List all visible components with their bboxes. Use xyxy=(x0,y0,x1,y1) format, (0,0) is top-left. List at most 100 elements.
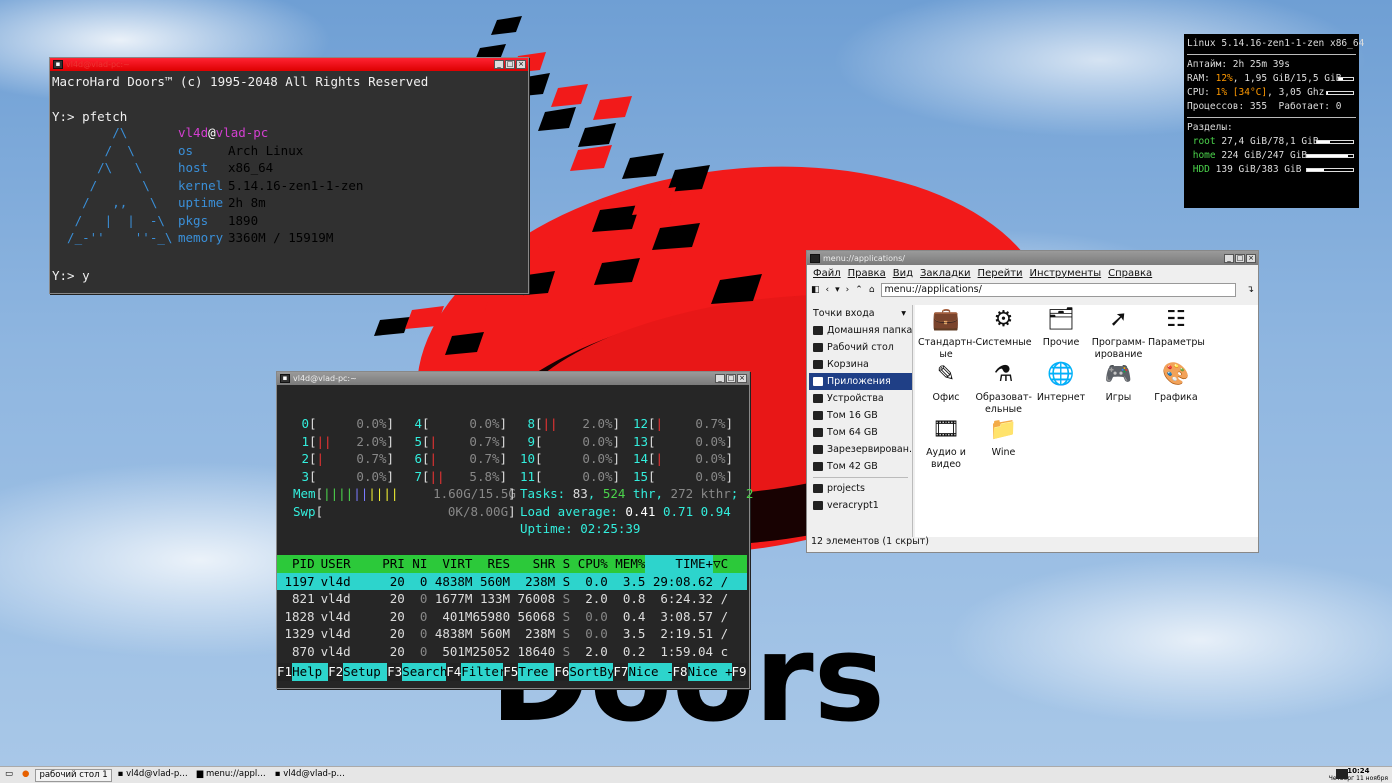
home-icon[interactable]: ⌂ xyxy=(869,285,875,295)
process-row[interactable]: 870 vl4d 20 0 501M25052 18640 S 2.0 0.2 1:59.04 c xyxy=(277,643,747,661)
sidebar-item[interactable]: Устройства xyxy=(809,390,912,407)
file-view[interactable]: 💼 Стандартн- ые ⚙ Системные 🗂 Прочие ➚ Программ… xyxy=(915,305,1258,537)
process-table-header[interactable]: PID USER PRI NI VIRT RES SHR S CPU% MEM% TIME+▽C xyxy=(277,555,747,573)
taskbar-item[interactable]: ▪ vl4d@vlad-p… xyxy=(272,769,348,782)
fkey-label[interactable]: Setup xyxy=(343,663,388,681)
column-header[interactable]: USER xyxy=(315,555,360,573)
sidebar-item[interactable]: Рабочий стол xyxy=(809,339,912,356)
go-icon[interactable]: ↴ xyxy=(1246,285,1254,295)
column-header[interactable]: TIME+ xyxy=(645,555,714,573)
app-category-tile[interactable]: ⚗ Образоват- ельные xyxy=(976,362,1032,416)
fkey-label[interactable]: Filter xyxy=(461,663,506,681)
process-row[interactable]: 821 vl4d 20 0 1677M 133M 76008 S 2.0 0.8 6:24.32 / xyxy=(277,590,747,608)
monitor-icon[interactable] xyxy=(1336,769,1348,779)
column-header[interactable]: ▽C xyxy=(713,555,728,573)
sidebar-item[interactable]: Том 42 GB xyxy=(809,458,912,475)
app-category-tile[interactable]: 📁 Wine xyxy=(976,417,1032,459)
minimize-button[interactable]: _ xyxy=(1224,253,1234,263)
fkey-label[interactable]: SortBy xyxy=(569,663,615,681)
app-category-tile[interactable]: 🎮 Игры xyxy=(1091,362,1147,404)
fkey-label[interactable]: Nice - xyxy=(628,663,674,681)
fkey-f2[interactable]: F2 xyxy=(328,664,343,679)
menu-item[interactable]: Файл xyxy=(813,268,841,279)
app-category-tile[interactable]: 🌐 Интернет xyxy=(1033,362,1089,404)
dropdown-icon[interactable]: ▾ xyxy=(835,285,840,295)
bookmark-item[interactable]: projects xyxy=(809,480,912,497)
column-header[interactable]: S xyxy=(555,555,571,573)
menu-item[interactable]: Закладки xyxy=(920,268,971,279)
fkey-f1[interactable]: F1 xyxy=(277,664,292,679)
maximize-button[interactable]: □ xyxy=(726,374,736,383)
menu-item[interactable]: Вид xyxy=(893,268,913,279)
fkey-f3[interactable]: F3 xyxy=(387,664,402,679)
menu-item[interactable]: Справка xyxy=(1108,268,1152,279)
taskbar-item[interactable]: ▆ menu://appl… xyxy=(194,769,269,782)
process-row[interactable]: 1329 vl4d 20 0 4838M 560M 238M S 0.0 3.5 2:19.51 / xyxy=(277,625,747,643)
address-input[interactable]: menu://applications/ xyxy=(880,283,1237,297)
htop-terminal-window[interactable]: ▪ vl4d@vlad-pc:~ _ □ × 0[0.0%] 1[|| 2.0%] 2… xyxy=(276,371,753,689)
forward-icon[interactable]: › xyxy=(846,285,850,295)
menu-item[interactable]: Правка xyxy=(848,268,886,279)
column-header[interactable]: SHR xyxy=(510,555,556,573)
pfetch-key: uptime xyxy=(178,195,224,210)
fkey-f6[interactable]: F6 xyxy=(554,664,569,679)
app-category-tile[interactable]: ✎ Офис xyxy=(918,362,974,404)
htop-display[interactable]: 0[0.0%] 1[|| 2.0%] 2[| 0.7%] 3[0.0%] 4[0.0%] 5[… xyxy=(277,385,753,688)
pfetch-titlebar[interactable]: ▪ vl4d@vlad-pc:~ _ □ × xyxy=(50,58,528,71)
column-header[interactable]: RES xyxy=(472,555,510,573)
cpu-number: 2 xyxy=(301,451,309,466)
fkey-f5[interactable]: F5 xyxy=(503,664,518,679)
process-row[interactable]: 1828 vl4d 20 0 401M65980 56068 S 0.0 0.4 3:08.57 / xyxy=(277,608,747,626)
menu-item[interactable]: Инструменты xyxy=(1030,268,1102,279)
file-manager-window[interactable]: menu://applications/ _ □ × Файл Правка Вид… xyxy=(806,250,1259,553)
fkey-label[interactable]: Search xyxy=(402,663,447,681)
sidebar-item[interactable]: Домашняя папка xyxy=(809,322,912,339)
app-category-tile[interactable]: ☷ Параметры xyxy=(1148,307,1205,349)
close-button[interactable]: × xyxy=(516,60,526,69)
maximize-button[interactable]: □ xyxy=(1235,253,1245,263)
sidebar-toggle-icon[interactable]: ◧ xyxy=(811,285,820,295)
column-header[interactable]: NI xyxy=(405,555,427,573)
app-category-tile[interactable]: ⚙ Системные xyxy=(976,307,1032,349)
close-button[interactable]: × xyxy=(737,374,747,383)
app-category-tile[interactable]: 🎞 Аудио и видео xyxy=(918,417,974,471)
back-icon[interactable]: ‹ xyxy=(826,285,830,295)
terminal-output[interactable]: MacroHard Doors™ (c) 1995-2048 All Right… xyxy=(50,71,528,128)
fkey-f9[interactable]: F9 xyxy=(732,664,747,679)
fm-titlebar[interactable]: menu://applications/ _ □ × xyxy=(807,251,1258,265)
process-row[interactable]: 1197 vl4d 20 0 4838M 560M 238M S 0.0 3.5 29:08.62 / xyxy=(277,572,747,590)
show-desktop-icon[interactable]: ▭ xyxy=(2,769,16,782)
column-header[interactable]: PID xyxy=(277,555,315,573)
column-header[interactable]: VIRT xyxy=(427,555,472,573)
fkey-f8[interactable]: F8 xyxy=(672,664,687,679)
minimize-button[interactable]: _ xyxy=(715,374,725,383)
fkey-label[interactable]: Tree xyxy=(518,663,555,681)
fkey-f7[interactable]: F7 xyxy=(613,664,628,679)
sidebar-item[interactable]: Том 64 GB xyxy=(809,424,912,441)
taskbar-item[interactable]: ▪ vl4d@vlad-p… xyxy=(115,769,191,782)
fkey-f4[interactable]: F4 xyxy=(446,664,461,679)
bookmark-item[interactable]: veracrypt1 xyxy=(809,497,912,514)
htop-titlebar[interactable]: ▪ vl4d@vlad-pc:~ _ □ × xyxy=(277,372,749,385)
sidebar-item[interactable]: Том 16 GB xyxy=(809,407,912,424)
minimize-button[interactable]: _ xyxy=(494,60,504,69)
sidebar-item[interactable]: Корзина xyxy=(809,356,912,373)
column-header[interactable]: PRI xyxy=(360,555,405,573)
column-header[interactable]: CPU% xyxy=(570,555,608,573)
app-category-tile[interactable]: 🗂 Прочие xyxy=(1033,307,1089,349)
sidebar-item[interactable]: Приложения xyxy=(809,373,912,390)
app-category-tile[interactable]: 💼 Стандартн- ые xyxy=(918,307,976,361)
maximize-button[interactable]: □ xyxy=(505,60,515,69)
app-category-tile[interactable]: 🎨 Графика xyxy=(1148,362,1204,404)
sidebar-item[interactable]: Зарезервирован... xyxy=(809,441,912,458)
close-button[interactable]: × xyxy=(1246,253,1256,263)
up-icon[interactable]: ⌃ xyxy=(855,285,863,295)
firefox-icon[interactable]: ● xyxy=(19,769,32,782)
sidebar-header[interactable]: Точки входа ▾ xyxy=(809,305,912,322)
column-header[interactable]: MEM% xyxy=(608,555,645,573)
app-category-tile[interactable]: ➚ Программ- ирование xyxy=(1091,307,1147,361)
taskbar-item[interactable]: рабочий стол 1 xyxy=(35,768,112,782)
fkey-label[interactable]: Nice + xyxy=(687,663,733,681)
fkey-label[interactable]: Help xyxy=(292,663,329,681)
menu-item[interactable]: Перейти xyxy=(978,268,1023,279)
